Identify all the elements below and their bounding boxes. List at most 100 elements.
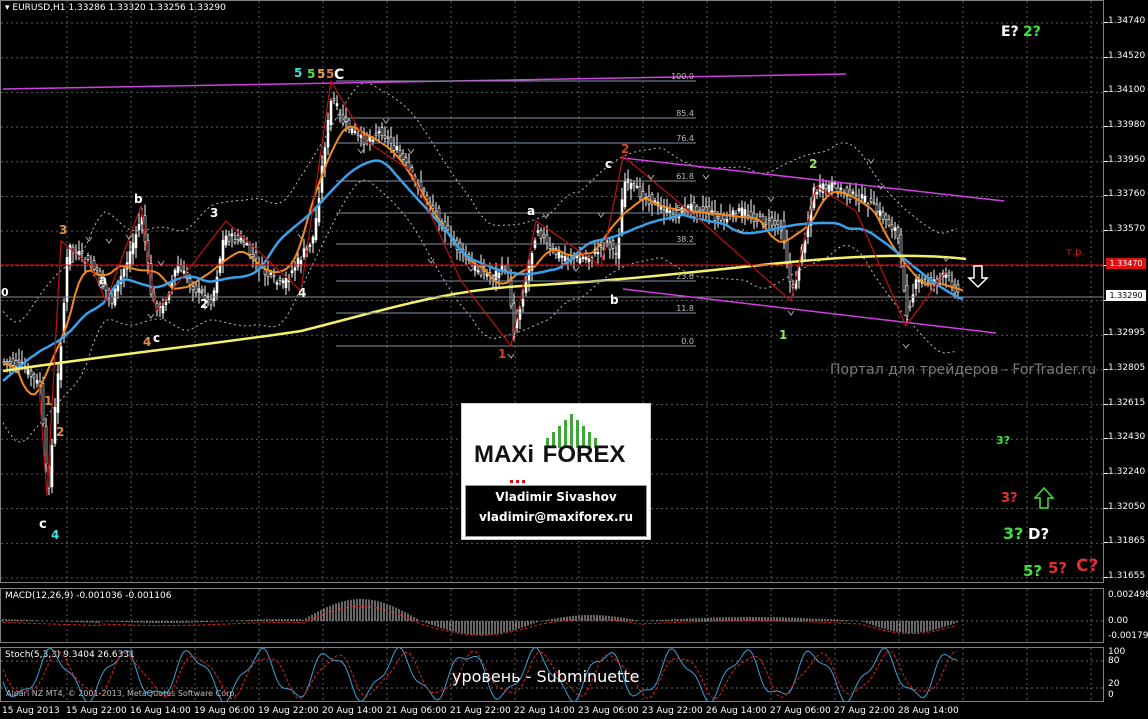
candle-body	[635, 185, 639, 188]
candle-body	[263, 269, 267, 275]
time-axis-label: 26 Aug 14:00	[706, 706, 767, 716]
stoch-axis-20: 20	[1108, 679, 1120, 689]
candle-body	[578, 258, 582, 264]
candle-body	[860, 194, 864, 199]
wave-label: 3?	[996, 434, 1010, 447]
candle-body	[914, 279, 918, 289]
candle-body	[326, 119, 330, 148]
candle-body	[359, 134, 363, 138]
time-axis-label: 23 Aug 22:00	[642, 706, 703, 716]
wave-label: 4	[51, 528, 59, 542]
candle-body	[782, 220, 786, 244]
wave-label: 3?	[1001, 491, 1018, 506]
candle-body	[521, 298, 525, 307]
candle-body	[395, 146, 399, 151]
candle-body	[56, 373, 60, 413]
candle-body	[545, 234, 549, 244]
candle-body	[401, 153, 405, 160]
candle-body	[230, 233, 234, 237]
wave-label: b	[610, 293, 619, 307]
time-axis-label: 19 Aug 06:00	[194, 706, 255, 716]
wave-label: 1	[44, 394, 52, 408]
candle-body	[785, 240, 789, 265]
candle-body	[911, 294, 915, 303]
price-axis-label: 1.33980	[1108, 120, 1146, 131]
candle-body	[188, 278, 192, 285]
candle-body	[827, 184, 831, 193]
fractal-marker-icon	[787, 310, 795, 316]
candle-body	[122, 268, 126, 277]
candle-body	[374, 133, 378, 137]
price-axis-label: 1.32050	[1108, 501, 1146, 512]
candle-body	[473, 264, 477, 271]
macd-pane[interactable]: MACD(12,26,9) -0.001036 -0.001106	[0, 588, 1104, 643]
candle-body	[617, 237, 621, 259]
candle-body	[926, 280, 930, 283]
fractal-marker-icon	[147, 313, 155, 319]
time-axis-label: 27 Aug 22:00	[834, 706, 895, 716]
candle-body	[182, 270, 186, 274]
wave-label: 5	[307, 67, 315, 81]
candle-body	[245, 243, 249, 246]
candle-body	[764, 222, 768, 225]
candle-body	[716, 216, 720, 219]
candle-body	[383, 135, 387, 139]
candle-body	[773, 220, 777, 226]
stoch-axis-0: 0	[1108, 690, 1114, 700]
candle-body	[557, 252, 561, 259]
candle-body	[65, 257, 69, 302]
candle-body	[863, 195, 867, 203]
candle-body	[254, 252, 258, 259]
candle-body	[560, 255, 564, 258]
candle-body	[539, 230, 543, 239]
candle-body	[110, 296, 114, 304]
candle-body	[923, 277, 927, 280]
candle-body	[173, 270, 177, 277]
macd-axis: 0.002498 0.00 -0.001791	[1104, 588, 1148, 643]
wave-label: a	[99, 273, 107, 287]
logo-maxi: MAXi	[474, 441, 534, 468]
macd-axis-max: 0.002498	[1108, 590, 1148, 600]
price-axis-label: 1.32995	[1108, 328, 1146, 339]
candle-body	[377, 131, 381, 134]
stoch-axis: 100 80 20 0	[1104, 647, 1148, 702]
candle-body	[386, 136, 390, 139]
candle-body	[137, 224, 141, 231]
wave-label: 2	[809, 157, 817, 171]
candle-body	[725, 219, 729, 223]
wave-label: 2	[200, 297, 208, 311]
candle-body	[35, 379, 39, 384]
wave-label: C?	[1076, 556, 1098, 576]
candle-body	[776, 219, 780, 226]
candle-body	[272, 275, 276, 278]
candle-body	[548, 245, 552, 249]
candle-body	[770, 217, 774, 226]
fib-level-label: 11.8	[676, 304, 694, 313]
candle-body	[596, 252, 600, 255]
candle-body	[611, 240, 615, 249]
candle-body	[293, 267, 297, 271]
fractal-marker-icon	[157, 260, 165, 266]
price-axis-label: 1.32240	[1108, 466, 1146, 477]
candle-body	[896, 227, 900, 239]
candle-body	[17, 359, 21, 363]
candle-body	[905, 285, 909, 317]
price-axis-label: 1.34740	[1108, 16, 1146, 26]
price-axis-label: 1.34520	[1108, 50, 1146, 61]
fractal-marker-icon	[382, 118, 390, 124]
candle-body	[248, 244, 252, 255]
candle-body	[5, 361, 9, 364]
candle-body	[86, 255, 90, 260]
candle-body	[872, 201, 876, 205]
candle-body	[269, 272, 273, 275]
candle-body	[164, 302, 168, 306]
candle-body	[380, 127, 384, 136]
candle-body	[875, 204, 879, 213]
candle-body	[890, 224, 894, 230]
candle-body	[623, 181, 627, 208]
candle-body	[14, 360, 18, 367]
candle-body	[446, 225, 450, 231]
price-axis-label: 1.31655	[1108, 571, 1146, 581]
wave-label: 0	[1, 286, 9, 299]
candle-body	[191, 286, 195, 291]
